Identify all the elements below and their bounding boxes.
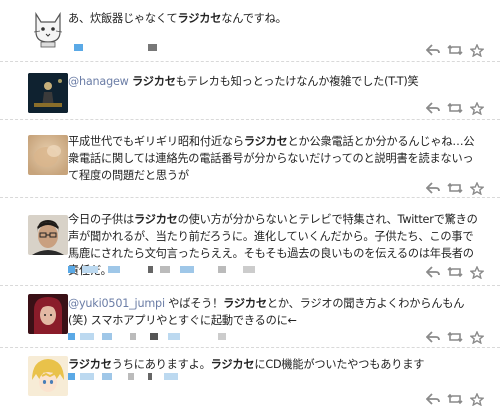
- retweet-icon[interactable]: [447, 266, 463, 278]
- cat-avatar-icon[interactable]: [28, 8, 68, 48]
- tweet-text-segment: 今日の子供は: [68, 213, 134, 226]
- tweet-feed: あ、炊飯器じゃなくてラジカセなんですね。 @hanagew ラジカセもテレカも知…: [0, 0, 500, 415]
- tweet-meta: [68, 266, 368, 274]
- favorite-star-icon[interactable]: [470, 393, 484, 406]
- keyword-highlight: ラジカセ: [133, 213, 178, 226]
- retweet-icon[interactable]: [447, 44, 463, 56]
- retweet-icon[interactable]: [447, 331, 463, 343]
- blurred-meta: [102, 333, 112, 340]
- blurred-meta: [243, 266, 255, 273]
- favorite-star-icon[interactable]: [470, 331, 484, 344]
- tweet-text: ラジカセうちにありますよ。ラジカセにCD機能がついたやつもあります: [68, 356, 482, 373]
- blurred-meta: [128, 373, 134, 380]
- blurred-meta: [102, 373, 112, 380]
- blurred-meta: [80, 333, 94, 340]
- favorite-star-icon[interactable]: [470, 102, 484, 115]
- tweet-actions: [426, 331, 486, 345]
- anime-blonde-avatar-icon[interactable]: [28, 356, 68, 396]
- reply-icon[interactable]: [426, 331, 440, 343]
- keyword-highlight: ラジカセ: [223, 297, 267, 310]
- tweet-text-segment: うちにありますよ。: [111, 358, 211, 371]
- reply-icon[interactable]: [426, 393, 440, 405]
- tweet-text-segment: あ、炊飯器じゃなくて: [68, 12, 178, 25]
- blurred-meta: [218, 266, 226, 273]
- tweet-text-segment: もテレカも知っとったけなんか複雑でした(T-T)笑: [175, 75, 419, 88]
- tweet-meta: [68, 333, 368, 341]
- reply-icon[interactable]: [426, 102, 440, 114]
- blurred-meta: [82, 266, 98, 273]
- tweet-item: 今日の子供はラジカセの使い方が分からないとテレビで特集され、Twitterで驚き…: [0, 198, 500, 286]
- tweet-actions: [426, 102, 486, 116]
- person-glasses-avatar-icon[interactable]: [28, 215, 68, 255]
- tweet-item: ラジカセうちにありますよ。ラジカセにCD機能がついたやつもあります: [0, 348, 500, 415]
- blurred-meta: [150, 333, 158, 340]
- tweet-actions: [426, 182, 486, 196]
- tweet-text-segment: やばそう！: [164, 297, 224, 310]
- tweet-meta: [68, 44, 188, 52]
- blurred-meta: [148, 44, 157, 51]
- tweet-text: @yuki0501_jumpi やばそう！ラジカセとか、ラジオの聞き方よくわから…: [68, 295, 482, 329]
- person-stage-avatar-icon[interactable]: [28, 73, 68, 113]
- retweet-icon[interactable]: [447, 182, 463, 194]
- blurred-meta: [160, 266, 170, 273]
- tweet-text-segment: 平成世代でもギリギリ昭和付近なら: [68, 135, 244, 148]
- blurred-photo-avatar-icon[interactable]: [28, 135, 68, 175]
- blurred-meta: [180, 266, 194, 273]
- tweet-actions: [426, 44, 486, 58]
- keyword-highlight: ラジカセ: [243, 135, 288, 148]
- tweet-item: 平成世代でもギリギリ昭和付近ならラジカセとか公衆電話とか分かるんじゃね…公衆電話…: [0, 120, 500, 198]
- tweet-text-segment: なんですね。: [221, 12, 287, 25]
- blurred-meta: [164, 373, 178, 380]
- tweet-item: @hanagew ラジカセもテレカも知っとったけなんか複雑でした(T-T)笑: [0, 62, 500, 120]
- tweet-item: @yuki0501_jumpi やばそう！ラジカセとか、ラジオの聞き方よくわから…: [0, 286, 500, 348]
- blurred-meta: [130, 333, 136, 340]
- favorite-star-icon[interactable]: [470, 182, 484, 195]
- reply-icon[interactable]: [426, 182, 440, 194]
- person-red-hair-avatar-icon[interactable]: [28, 294, 68, 334]
- blurred-meta: [68, 266, 75, 273]
- keyword-highlight: ラジカセ: [210, 358, 255, 371]
- favorite-star-icon[interactable]: [470, 44, 484, 57]
- blurred-meta: [108, 266, 120, 273]
- blurred-meta: [68, 333, 75, 340]
- tweet-text-segment: にCD機能がついたやつもあります: [254, 358, 425, 371]
- retweet-icon[interactable]: [447, 393, 463, 405]
- user-handle-link[interactable]: @hanagew: [68, 75, 129, 88]
- tweet-item: あ、炊飯器じゃなくてラジカセなんですね。: [0, 0, 500, 62]
- keyword-highlight: ラジカセ: [131, 75, 176, 88]
- keyword-highlight: ラジカセ: [68, 358, 112, 371]
- tweet-actions: [426, 266, 486, 280]
- blurred-meta: [68, 373, 75, 380]
- keyword-highlight: ラジカセ: [177, 12, 222, 25]
- tweet-text: @hanagew ラジカセもテレカも知っとったけなんか複雑でした(T-T)笑: [68, 73, 482, 90]
- blurred-meta: [148, 266, 153, 273]
- reply-icon[interactable]: [426, 44, 440, 56]
- reply-icon[interactable]: [426, 266, 440, 278]
- favorite-star-icon[interactable]: [470, 266, 484, 279]
- tweet-text: 平成世代でもギリギリ昭和付近ならラジカセとか公衆電話とか分かるんじゃね…公衆電話…: [68, 133, 482, 184]
- retweet-icon[interactable]: [447, 102, 463, 114]
- user-handle-link[interactable]: @yuki0501_jumpi: [68, 297, 165, 310]
- tweet-actions: [426, 393, 486, 407]
- blurred-meta: [74, 44, 83, 51]
- tweet-text: あ、炊飯器じゃなくてラジカセなんですね。: [68, 10, 482, 27]
- blurred-meta: [218, 333, 226, 340]
- tweet-meta: [68, 373, 328, 381]
- blurred-meta: [148, 373, 152, 380]
- blurred-meta: [80, 373, 94, 380]
- blurred-meta: [168, 333, 180, 340]
